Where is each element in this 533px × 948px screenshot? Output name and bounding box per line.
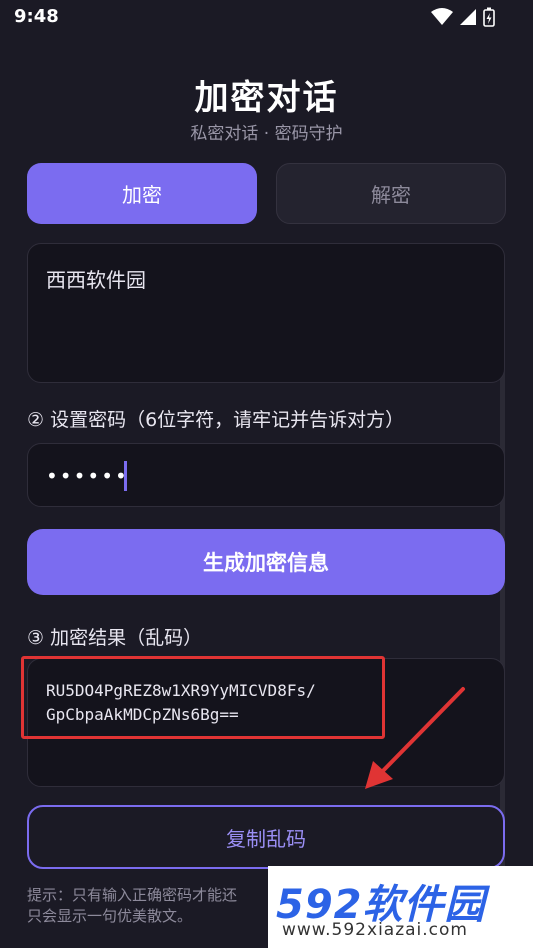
hint-line-1: 提示：只有输入正确密码才能还 — [27, 886, 238, 904]
text-caret — [124, 461, 127, 491]
message-input[interactable]: 西西软件园 — [27, 243, 505, 383]
hint-text: 提示：只有输入正确密码才能还 只会显示一句优美散文。 — [27, 885, 237, 927]
status-icons — [431, 7, 495, 27]
password-value: •••••• — [46, 464, 129, 488]
password-label: ② 设置密码（6位字符，请牢记并告诉对方） — [27, 409, 405, 431]
status-time: 9:48 — [14, 6, 59, 27]
generate-encryption-button[interactable]: 生成加密信息 — [27, 529, 505, 595]
watermark: 592软件园 www.592xiazai.com — [268, 866, 533, 948]
tab-decrypt[interactable]: 解密 — [276, 163, 506, 224]
tab-encrypt[interactable]: 加密 — [27, 163, 257, 224]
wifi-icon — [431, 8, 453, 25]
message-text: 西西软件园 — [46, 268, 146, 292]
signal-icon — [460, 9, 476, 25]
status-bar: 9:48 — [0, 0, 533, 36]
page-subtitle: 私密对话 · 密码守护 — [190, 124, 343, 144]
result-label: ③ 加密结果（乱码） — [27, 627, 203, 649]
password-input[interactable]: •••••• — [27, 443, 505, 507]
watermark-url: www.592xiazai.com — [282, 920, 468, 940]
annotation-highlight-box — [21, 656, 385, 739]
page-title: 加密对话 — [194, 78, 339, 118]
hint-line-2: 只会显示一句优美散文。 — [27, 907, 193, 925]
copy-result-button[interactable]: 复制乱码 — [27, 805, 505, 869]
battery-icon — [483, 7, 495, 27]
annotation-arrow-icon — [365, 687, 465, 789]
